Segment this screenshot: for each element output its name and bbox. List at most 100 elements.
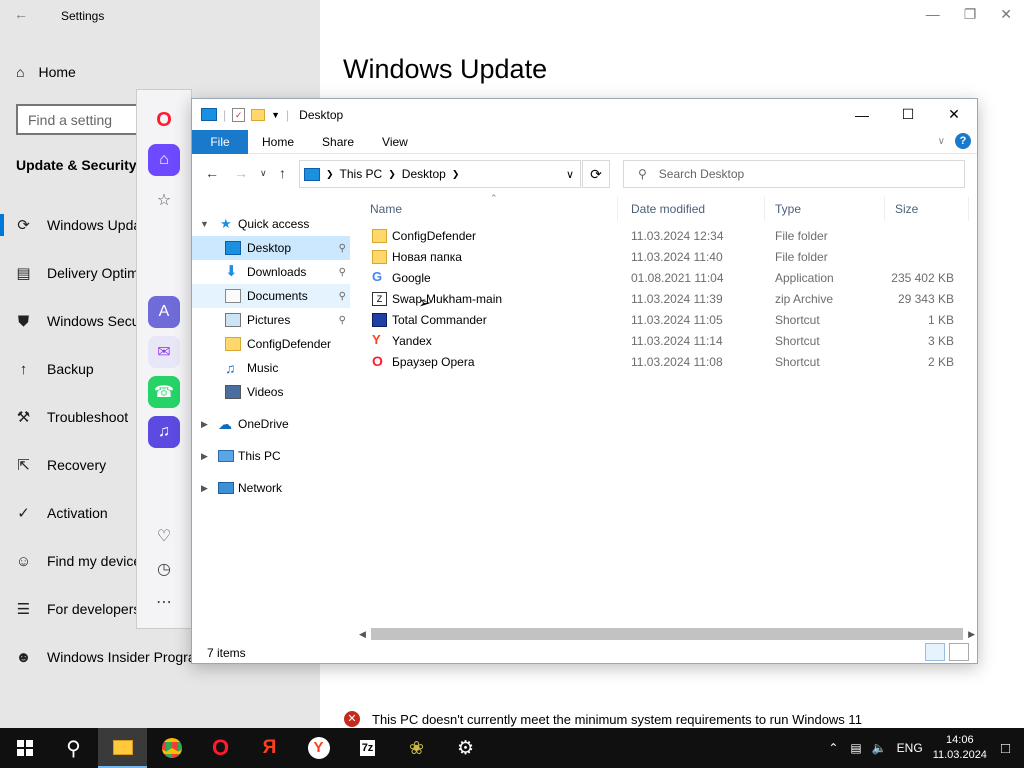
tab-home[interactable]: Home: [248, 130, 308, 154]
tab-file[interactable]: File: [192, 129, 248, 154]
column-type[interactable]: Type: [765, 197, 885, 221]
taskbar-7zip[interactable]: 7z: [343, 728, 392, 768]
search-placeholder: Search Desktop: [658, 167, 745, 181]
file-row[interactable]: G Google 01.08.2021 11:04 Application 23…: [360, 268, 970, 289]
nav-desktop[interactable]: Desktop ⚲: [192, 236, 350, 260]
nav-network[interactable]: ▶ Network: [192, 476, 350, 500]
refresh-icon[interactable]: ⟳: [582, 160, 610, 188]
search-input[interactable]: ⚲ Search Desktop: [623, 160, 965, 188]
address-bar[interactable]: ❯ This PC ❯ Desktop ❯ ∨: [299, 160, 581, 188]
back-icon[interactable]: ←: [205, 165, 219, 181]
nav-this-pc[interactable]: ▶ This PC: [192, 444, 350, 468]
scrollbar-thumb[interactable]: [371, 628, 963, 640]
taskbar-chrome[interactable]: [147, 728, 196, 768]
settings-home[interactable]: ⌂ Home: [16, 64, 76, 80]
taskbar-yandex[interactable]: Я: [245, 728, 294, 768]
chevron-down-icon[interactable]: ▼: [271, 110, 280, 120]
maximize-button[interactable]: ☐: [885, 99, 931, 130]
scroll-left-icon[interactable]: ◀: [359, 629, 366, 640]
breadcrumb-desktop[interactable]: Desktop: [402, 167, 446, 181]
opera-logo-icon[interactable]: O: [148, 104, 180, 136]
column-date-modified[interactable]: Date modified: [621, 197, 765, 221]
help-icon[interactable]: ?: [955, 133, 971, 149]
restore-icon[interactable]: ❐: [964, 6, 977, 23]
expand-arrow-icon[interactable]: ▼: [200, 219, 209, 229]
notifications-icon[interactable]: □: [1001, 740, 1010, 757]
details-view-icon[interactable]: [925, 643, 945, 661]
pin-icon[interactable]: ⚲: [339, 291, 346, 302]
close-icon[interactable]: ✕: [1000, 6, 1012, 23]
taskbar-file-explorer[interactable]: [98, 728, 147, 768]
pin-icon[interactable]: ⚲: [339, 315, 346, 326]
tab-view[interactable]: View: [368, 130, 422, 154]
tab-share[interactable]: Share: [308, 130, 368, 154]
whatsapp-icon[interactable]: ☎: [148, 376, 180, 408]
music-player-icon[interactable]: ♫: [148, 416, 180, 448]
file-row[interactable]: ConfigDefender 11.03.2024 12:34 File fol…: [360, 226, 970, 247]
close-button[interactable]: ✕: [931, 99, 977, 130]
file-row[interactable]: Z Swap-Mukham-main 11.03.2024 11:39 zip …: [360, 289, 970, 310]
breadcrumb-separator-icon: ❯: [326, 168, 334, 179]
chevron-up-icon[interactable]: ⌃: [828, 741, 838, 755]
column-name[interactable]: Name: [360, 197, 618, 221]
language-indicator[interactable]: ENG: [897, 741, 923, 755]
file-row[interactable]: Total Commander 11.03.2024 11:05 Shortcu…: [360, 310, 970, 331]
home-icon[interactable]: ⌂: [148, 144, 180, 176]
new-folder-icon[interactable]: [251, 108, 266, 121]
start-button[interactable]: [0, 728, 49, 768]
nav-configdefender[interactable]: ConfigDefender: [192, 332, 350, 356]
taskbar-yandex-browser[interactable]: Y: [294, 728, 343, 768]
nav-quick-access[interactable]: ▼ ★ Quick access: [192, 212, 350, 236]
network-icon[interactable]: ▤: [850, 741, 861, 755]
zip-icon: Z: [372, 292, 387, 306]
star-icon[interactable]: ☆: [148, 184, 180, 216]
file-row[interactable]: O Браузер Opera 11.03.2024 11:08 Shortcu…: [360, 352, 970, 373]
minimize-button[interactable]: —: [839, 99, 885, 130]
nav-downloads[interactable]: ⬇ Downloads ⚲: [192, 260, 350, 284]
large-icons-view-icon[interactable]: [949, 643, 969, 661]
pin-icon[interactable]: ⚲: [339, 267, 346, 278]
settings-section-title: Update & Security: [16, 157, 137, 173]
history-icon[interactable]: ◷: [148, 553, 180, 585]
expand-arrow-icon[interactable]: ▶: [201, 483, 208, 494]
nav-label: ConfigDefender: [247, 337, 332, 351]
breadcrumb-this-pc[interactable]: This PC: [340, 167, 383, 181]
address-dropdown-icon[interactable]: ∨: [566, 168, 574, 181]
status-item-count: 7 items: [207, 646, 246, 660]
pin-icon[interactable]: ⚲: [339, 243, 346, 254]
nav-onedrive[interactable]: ▶ ☁ OneDrive: [192, 412, 350, 436]
back-arrow-icon[interactable]: ←: [14, 6, 28, 22]
forward-icon[interactable]: →: [234, 165, 248, 181]
file-date: 11.03.2024 11:40: [631, 250, 723, 264]
taskbar-app[interactable]: ❀: [392, 728, 441, 768]
settings-search-input[interactable]: Find a setting: [16, 104, 146, 135]
messenger-icon[interactable]: ✉: [148, 336, 180, 368]
properties-icon[interactable]: ✓: [232, 107, 246, 122]
column-size[interactable]: Size: [885, 197, 969, 221]
aria-icon[interactable]: A: [148, 296, 180, 328]
settings-home-label: Home: [38, 64, 76, 80]
nav-pictures[interactable]: Pictures ⚲: [192, 308, 350, 332]
nav-videos[interactable]: Videos: [192, 380, 350, 404]
nav-music[interactable]: ♫ Music: [192, 356, 350, 380]
taskbar-opera[interactable]: O: [196, 728, 245, 768]
file-row[interactable]: Новая папка 11.03.2024 11:40 File folder: [360, 247, 970, 268]
volume-muted-icon[interactable]: 🔈: [872, 741, 887, 755]
desktop-icon: [225, 241, 241, 255]
scroll-right-icon[interactable]: ▶: [968, 629, 975, 640]
clock-time: 14:06: [946, 734, 974, 746]
heart-icon[interactable]: ♡: [148, 520, 180, 552]
recent-locations-icon[interactable]: ∨: [260, 168, 267, 179]
expand-ribbon-icon[interactable]: ∨: [938, 136, 945, 147]
up-icon[interactable]: ↑: [279, 165, 286, 181]
clock[interactable]: 14:06 11.03.2024: [933, 733, 987, 763]
minimize-icon[interactable]: —: [926, 6, 940, 23]
horizontal-scrollbar[interactable]: ◀ ▶: [357, 627, 977, 641]
more-icon[interactable]: ⋯: [148, 586, 180, 618]
file-row[interactable]: Y Yandex 11.03.2024 11:14 Shortcut 3 KB: [360, 331, 970, 352]
search-icon[interactable]: ⚲: [49, 728, 98, 768]
expand-arrow-icon[interactable]: ▶: [201, 451, 208, 462]
expand-arrow-icon[interactable]: ▶: [201, 419, 208, 430]
taskbar-settings[interactable]: ⚙: [441, 728, 490, 768]
nav-documents[interactable]: Documents ⚲: [192, 284, 350, 308]
